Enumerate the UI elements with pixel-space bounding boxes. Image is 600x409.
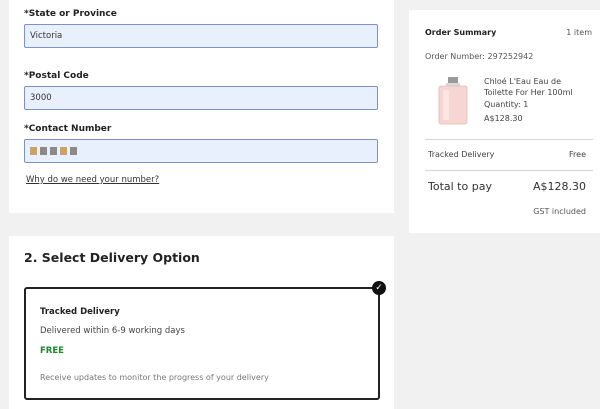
item-count: 1 item [566,28,592,37]
shipping-label: Tracked Delivery [428,150,495,159]
option-note: Receive updates to monitor the progress … [40,373,269,382]
product-name: Chloé L'Eau Eau de Toilette For Her 100m… [484,77,573,97]
delivery-option-card: 2. Select Delivery Option ✓ Tracked Deli… [9,236,394,409]
shipping-value: Free [569,150,586,159]
why-number-link[interactable]: Why do we need your number? [26,175,159,185]
tracked-delivery-option[interactable]: ✓ Tracked Delivery Delivered within 6-9 … [24,281,386,400]
gst-note: GST included [533,207,586,216]
address-form-card: *State or Province Victoria *Postal Code… [9,0,394,213]
product-price: A$128.30 [484,114,523,123]
contact-number-label: *Contact Number [24,124,112,134]
option-price: FREE [40,346,64,356]
contact-number-input[interactable] [24,139,378,163]
summary-divider [425,139,593,140]
order-number-value: 297252942 [487,52,534,61]
selected-check-icon: ✓ [372,281,386,295]
state-label: *State or Province [24,9,117,19]
option-description: Delivered within 6-9 working days [40,326,185,336]
order-number: Order Number: 297252942 [425,52,533,61]
summary-divider [425,170,593,171]
product-quantity: Quantity: 1 [484,100,529,109]
total-label: Total to pay [428,180,492,193]
order-summary-card: Order Summary 1 item Order Number: 29725… [409,10,600,233]
postal-code-input[interactable]: 3000 [24,86,378,110]
state-input[interactable]: Victoria [24,24,378,48]
total-value: A$128.30 [532,180,586,193]
delivery-section-title: 2. Select Delivery Option [24,250,200,265]
order-summary-title: Order Summary [425,28,497,37]
redacted-phone-number [30,146,77,155]
perfume-bottle-image [438,77,468,125]
option-title: Tracked Delivery [40,307,120,317]
postal-code-label: *Postal Code [24,71,89,81]
order-number-label: Order Number: [425,52,485,61]
